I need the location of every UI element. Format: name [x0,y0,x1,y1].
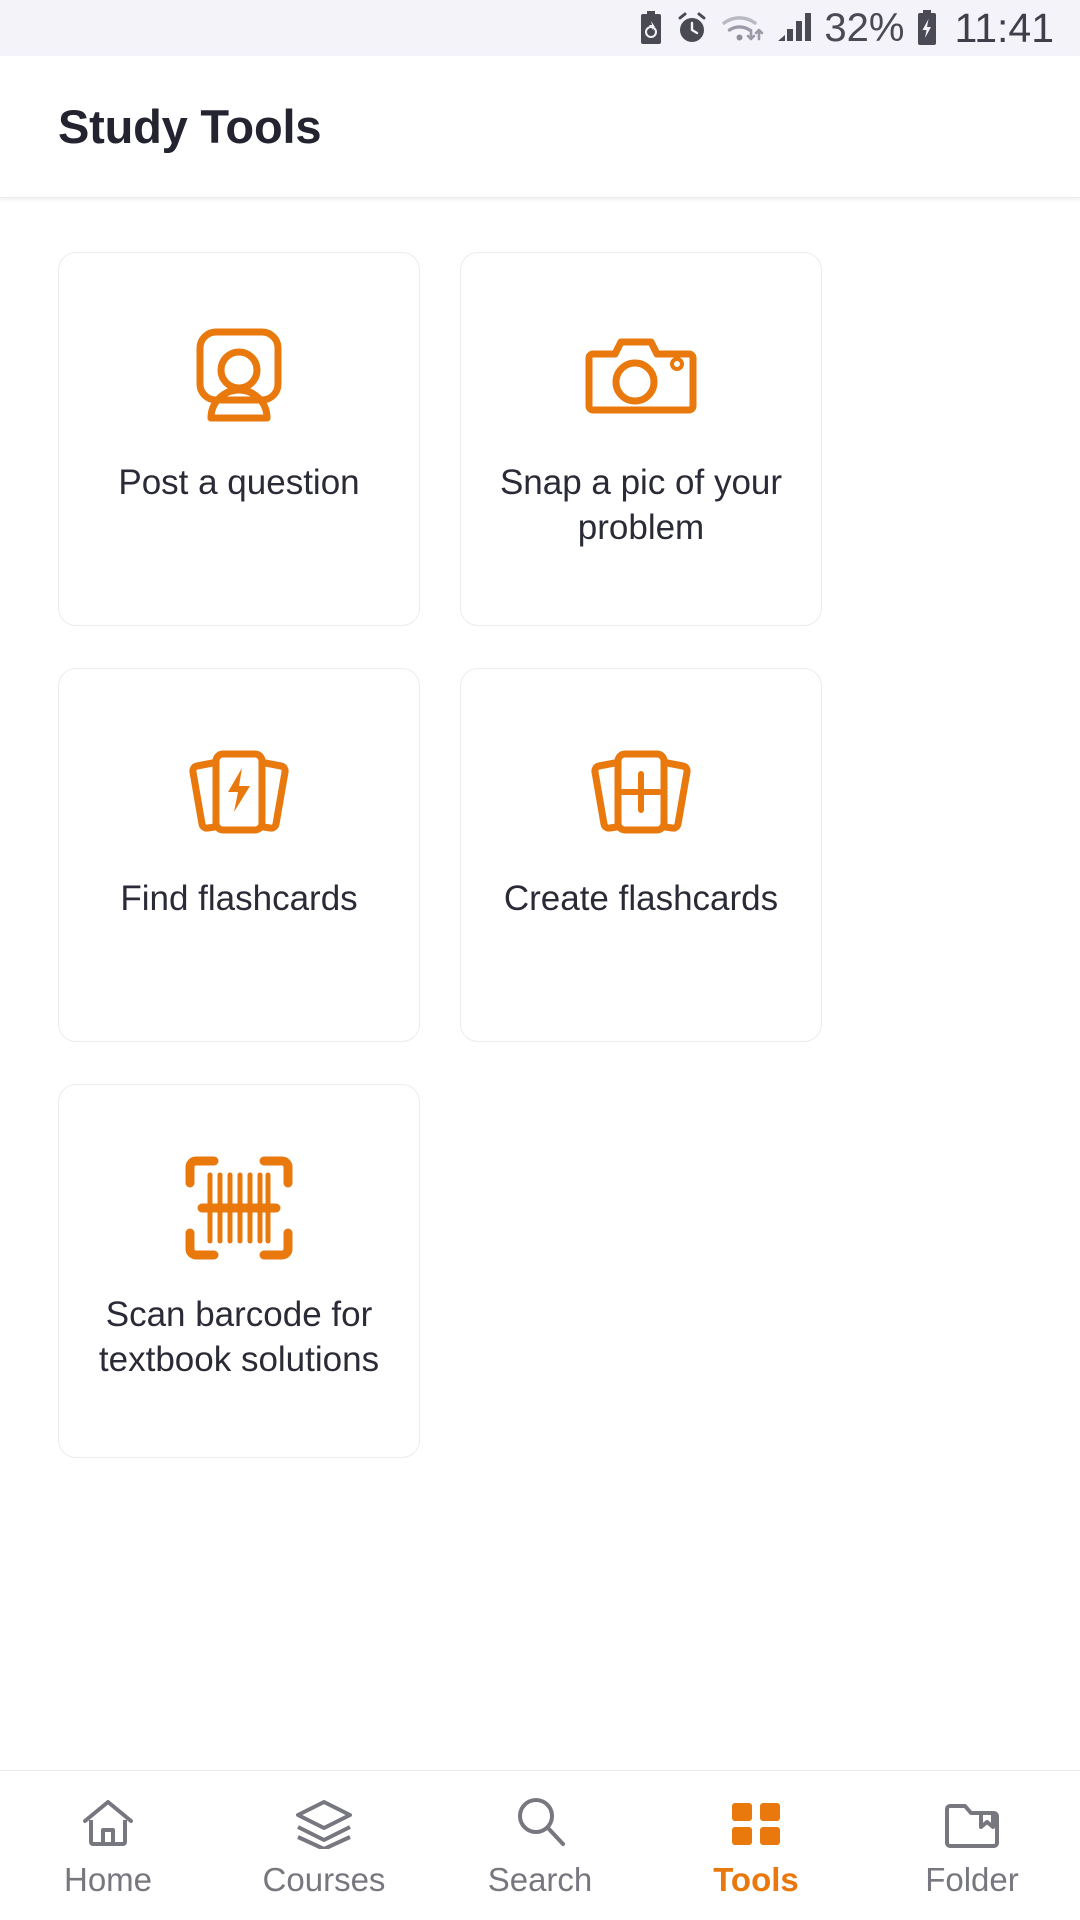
tool-card-label: Post a question [118,463,360,502]
tool-card-snap-pic[interactable]: Snap a pic of your problem [460,252,822,626]
barcode-scan-icon [174,1153,304,1263]
bottom-navigation: Home Courses Search Tools Folder [0,1770,1080,1920]
nav-item-label: Folder [925,1860,1019,1898]
status-bar: 32% 11:41 [0,0,1080,56]
tools-grid: Post a question Snap a pic of your probl… [58,252,1022,1458]
nav-item-label: Tools [713,1860,799,1898]
tool-card-label: Create flashcards [503,879,779,918]
flashcards-plus-icon [576,737,706,847]
grid-icon [729,1793,783,1849]
tool-card-label: Snap a pic of your problem [499,463,783,547]
nav-item-tools[interactable]: Tools [648,1771,864,1920]
tool-card-scan-barcode[interactable]: Scan barcode for textbook solutions [58,1084,420,1458]
tool-card-post-question[interactable]: Post a question [58,252,420,626]
battery-charging-icon [914,9,940,47]
layers-icon [294,1793,354,1849]
nav-item-label: Home [63,1860,153,1898]
flashcards-lightning-icon [174,737,304,847]
tool-card-label: Find flashcards [120,879,358,918]
signal-icon [776,11,814,45]
alarm-icon [674,10,710,46]
tool-card-find-flashcards[interactable]: Find flashcards [58,668,420,1042]
search-icon [512,1793,568,1849]
camera-icon [576,321,706,431]
wifi-icon [720,10,766,46]
nav-item-search[interactable]: Search [432,1771,648,1920]
page-title: Study Tools [58,100,322,153]
nav-item-folder[interactable]: Folder [864,1771,1080,1920]
battery-saver-icon [638,10,664,46]
clock-label: 11:41 [954,4,1054,51]
tools-scroll-area[interactable]: Post a question Snap a pic of your probl… [0,198,1080,1769]
folder-icon [943,1793,1001,1849]
nav-item-courses[interactable]: Courses [216,1771,432,1920]
post-question-icon [174,321,304,431]
tool-card-label: Scan barcode for textbook solutions [98,1295,380,1379]
app-bar: Study Tools [0,56,1080,198]
nav-item-home[interactable]: Home [0,1771,216,1920]
home-icon [80,1793,136,1849]
battery-percent-label: 32% [824,5,905,50]
nav-item-label: Search [487,1860,593,1898]
tool-card-create-flashcards[interactable]: Create flashcards [460,668,822,1042]
nav-item-label: Courses [262,1860,386,1898]
